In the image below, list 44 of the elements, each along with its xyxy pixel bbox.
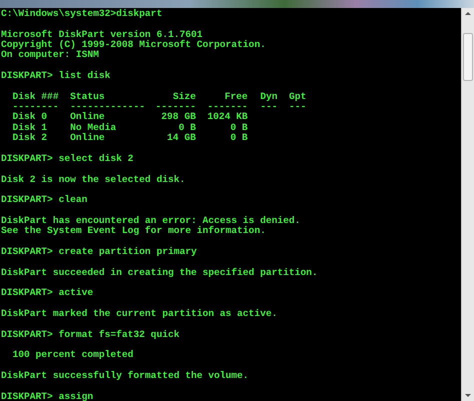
header-rule: -------	[207, 102, 248, 112]
table-cell-text: No Media	[70, 122, 116, 133]
output-text: Copyright (C) 1999-2008 Microsoft Corporation.	[1, 40, 266, 50]
output-text: DiskPart has encountered an error: Access is denied.	[1, 216, 300, 226]
output-text: DiskPart succeeded in creating the specified partition.	[1, 268, 318, 278]
table-cell: Disk 0	[12, 112, 48, 123]
command-line: DISKPART> list disk	[1, 71, 110, 82]
command-line: DISKPART> active	[1, 288, 94, 299]
scroll-thumb[interactable]	[463, 33, 473, 81]
table-cell: 1024 KB	[207, 112, 248, 123]
table-cell: Online	[70, 133, 105, 144]
command-line: DISKPART> format fs=fat32 quick	[1, 330, 180, 340]
output-text: Microsoft DiskPart version 6.1.7601	[1, 30, 203, 40]
scrollbar[interactable]	[461, 8, 474, 401]
output-text: On computer: ISNM	[1, 50, 99, 61]
header-rule: -------	[156, 102, 196, 112]
table-cell-text: Disk 1	[12, 122, 48, 133]
command-line: DISKPART> create partition primary	[1, 246, 197, 258]
column-header: Disk ###	[12, 92, 59, 102]
header-rule: ---	[289, 102, 306, 112]
column-header: Gpt	[289, 92, 306, 102]
output-text: See the System Event Log for more information.	[1, 226, 266, 237]
command-line: DISKPART> clean	[1, 195, 88, 206]
table-cell: 298 GB	[161, 112, 196, 123]
table-cell: 0 B	[178, 122, 196, 134]
command-line: C:\Windows\system32>diskpart	[1, 9, 162, 20]
header-rule: -------------	[70, 102, 145, 112]
header-rule: ---	[260, 102, 278, 112]
output-text: Disk 2 is now the selected disk.	[1, 174, 186, 185]
output-text: DiskPart marked the current partition as active.	[1, 308, 278, 320]
column-header: Size	[172, 92, 196, 102]
table-cell: 0 B	[230, 122, 248, 134]
command-line: DISKPART> select disk 2	[1, 154, 134, 164]
table-cell: 0 B	[230, 133, 248, 144]
output-text: DiskPart successfully formatted the volume.	[1, 371, 249, 382]
column-header: Dyn	[260, 92, 278, 102]
column-header: Free	[224, 92, 248, 102]
header-rule: --------	[12, 102, 59, 112]
output-text: 100 percent completed	[12, 350, 134, 361]
command-line: DISKPART> assign	[1, 392, 94, 401]
table-cell: 14 GB	[167, 133, 196, 144]
table-cell: Online	[70, 112, 105, 123]
column-header: Status	[70, 92, 105, 102]
table-cell: Disk 2	[12, 133, 48, 144]
